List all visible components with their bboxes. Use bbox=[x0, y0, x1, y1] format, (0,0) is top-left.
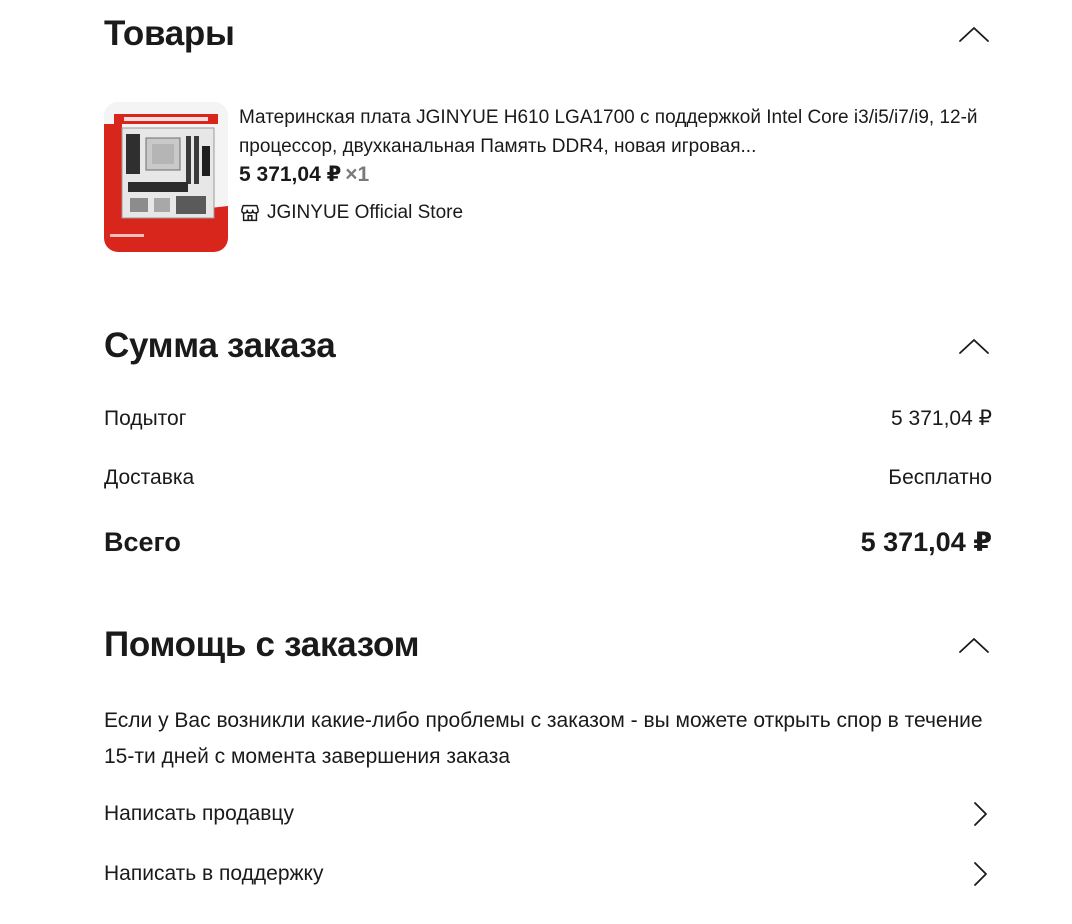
products-collapse-button[interactable] bbox=[956, 16, 992, 52]
product-info: Материнская плата JGINYUE H610 LGA1700 с… bbox=[239, 102, 992, 224]
summary-section-header: Сумма заказа bbox=[104, 326, 992, 366]
total-value: 5 371,04 ₽ bbox=[860, 527, 992, 557]
chevron-up-icon bbox=[959, 638, 989, 653]
delivery-label: Доставка bbox=[104, 466, 195, 489]
chevron-up-icon bbox=[959, 27, 989, 42]
summary-title: Сумма заказа bbox=[104, 326, 336, 365]
delivery-value: Бесплатно bbox=[888, 466, 992, 489]
chevron-up-icon bbox=[959, 339, 989, 354]
help-title: Помощь с заказом bbox=[104, 625, 420, 664]
products-section-header: Товары bbox=[104, 14, 992, 54]
total-label: Всего bbox=[104, 527, 181, 557]
product-price: 5 371,04 ₽ bbox=[239, 163, 342, 186]
help-text: Если у Вас возникли какие-либо проблемы … bbox=[104, 709, 983, 768]
help-collapse-button[interactable] bbox=[956, 627, 992, 663]
contact-support-label: Написать в поддержку bbox=[104, 862, 324, 885]
product-item[interactable]: Материнская плата JGINYUE H610 LGA1700 с… bbox=[104, 102, 992, 252]
products-title: Товары bbox=[104, 14, 235, 53]
subtotal-value: 5 371,04 ₽ bbox=[891, 407, 992, 430]
contact-seller-label: Написать продавцу bbox=[104, 802, 294, 825]
subtotal-row: Подытог 5 371,04 ₽ bbox=[104, 406, 992, 431]
delivery-row: Доставка Бесплатно bbox=[104, 466, 992, 490]
product-price-line: 5 371,04 ₽ ×1 bbox=[239, 161, 992, 189]
product-quantity: ×1 bbox=[345, 163, 370, 186]
product-name[interactable]: Материнская плата JGINYUE H610 LGA1700 с… bbox=[239, 103, 992, 161]
chevron-right-icon bbox=[974, 862, 987, 886]
contact-support-link[interactable]: Написать в поддержку bbox=[104, 860, 992, 888]
subtotal-label: Подытог bbox=[104, 406, 187, 430]
product-thumbnail[interactable] bbox=[104, 102, 228, 252]
help-section-header: Помощь с заказом bbox=[104, 625, 992, 665]
store-link[interactable]: JGINYUE Official Store bbox=[239, 202, 992, 224]
chevron-right-icon bbox=[974, 802, 987, 826]
store-name: JGINYUE Official Store bbox=[267, 202, 464, 223]
contact-seller-link[interactable]: Написать продавцу bbox=[104, 800, 992, 828]
total-row: Всего 5 371,04 ₽ bbox=[104, 527, 992, 558]
summary-collapse-button[interactable] bbox=[956, 328, 992, 364]
motherboard-image bbox=[104, 102, 228, 252]
store-icon bbox=[241, 204, 259, 222]
